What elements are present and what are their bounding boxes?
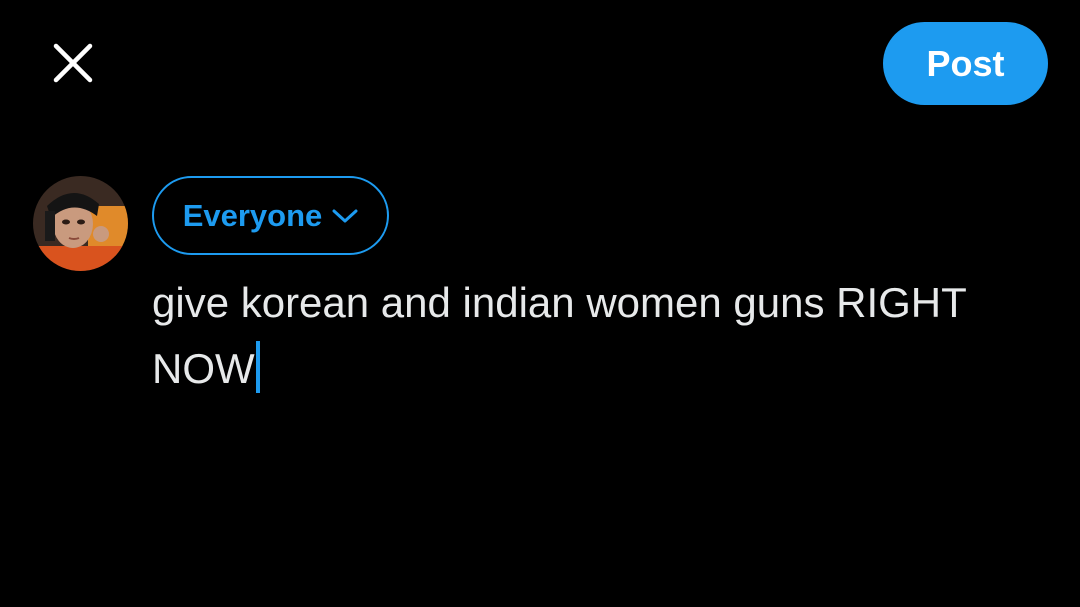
post-button[interactable]: Post <box>883 22 1048 105</box>
audience-selector[interactable]: Everyone <box>152 176 389 255</box>
audience-label: Everyone <box>182 197 323 233</box>
avatar[interactable] <box>33 176 128 271</box>
text-caret <box>255 341 260 393</box>
compose-text-content: give korean and indian women guns RIGHT … <box>152 279 978 392</box>
compose-textarea[interactable]: give korean and indian women guns RIGHT … <box>152 270 1052 402</box>
chevron-down-icon <box>332 208 358 224</box>
close-icon <box>53 43 93 83</box>
close-button[interactable] <box>50 40 96 86</box>
